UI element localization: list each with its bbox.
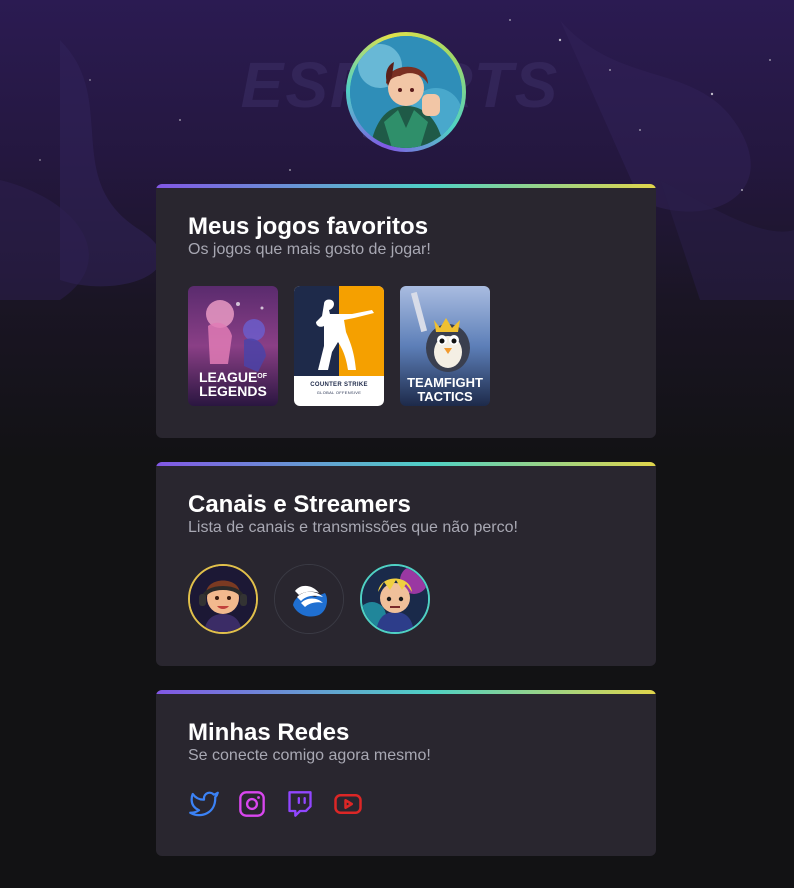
instagram-icon [239, 791, 265, 817]
twitter-link[interactable] [188, 788, 220, 820]
streamer-headset-avatar [190, 566, 256, 632]
streamer-3[interactable] [360, 564, 430, 634]
youtube-link[interactable] [332, 788, 364, 820]
instagram-link[interactable] [236, 788, 268, 820]
streamers-title: Canais e Streamers [188, 491, 411, 518]
profile-avatar [346, 32, 466, 152]
social-links [188, 788, 624, 820]
twitter-icon [189, 791, 219, 817]
social-subtitle: Se conecte comigo agora mesmo! [188, 747, 431, 764]
social-card: Minhas Redes Se conecte comigo agora mes… [156, 690, 656, 856]
game-teamfight-tactics[interactable]: TEAMFIGHT TACTICS [400, 286, 490, 406]
favorite-games-title: Meus jogos favoritos [188, 213, 429, 240]
streamer-1[interactable] [188, 564, 258, 634]
game-counter-strike[interactable]: COUNTER STRIKE GLOBAL OFFENSIVE [294, 286, 384, 406]
games-list: LEAGUEOF LEGENDS COUNTER STRIKE GLOBAL O… [188, 286, 624, 406]
game-title: TEAMFIGHT TACTICS [407, 375, 483, 404]
favorite-games-subtitle: Os jogos que mais gosto de jogar! [188, 241, 431, 258]
streamers-list [188, 564, 624, 634]
youtube-icon [334, 794, 362, 814]
winged-logo-avatar [275, 565, 343, 633]
streamers-subtitle: Lista de canais e transmissões que não p… [188, 519, 518, 536]
twitch-link[interactable] [284, 788, 316, 820]
game-title: LEAGUEOF LEGENDS [198, 369, 268, 399]
counter-strike-logo: COUNTER STRIKE GLOBAL OFFENSIVE [310, 382, 368, 395]
game-league-of-legends[interactable]: LEAGUEOF LEGENDS [188, 286, 278, 406]
favorite-games-card: Meus jogos favoritos Os jogos que mais g… [156, 184, 656, 438]
social-title: Minhas Redes [188, 719, 350, 746]
profile-avatar-icon [350, 36, 462, 148]
streamers-card: Canais e Streamers Lista de canais e tra… [156, 462, 656, 666]
streamer-gamer-avatar [362, 566, 428, 632]
streamer-2[interactable] [274, 564, 344, 634]
twitch-icon [288, 791, 312, 817]
